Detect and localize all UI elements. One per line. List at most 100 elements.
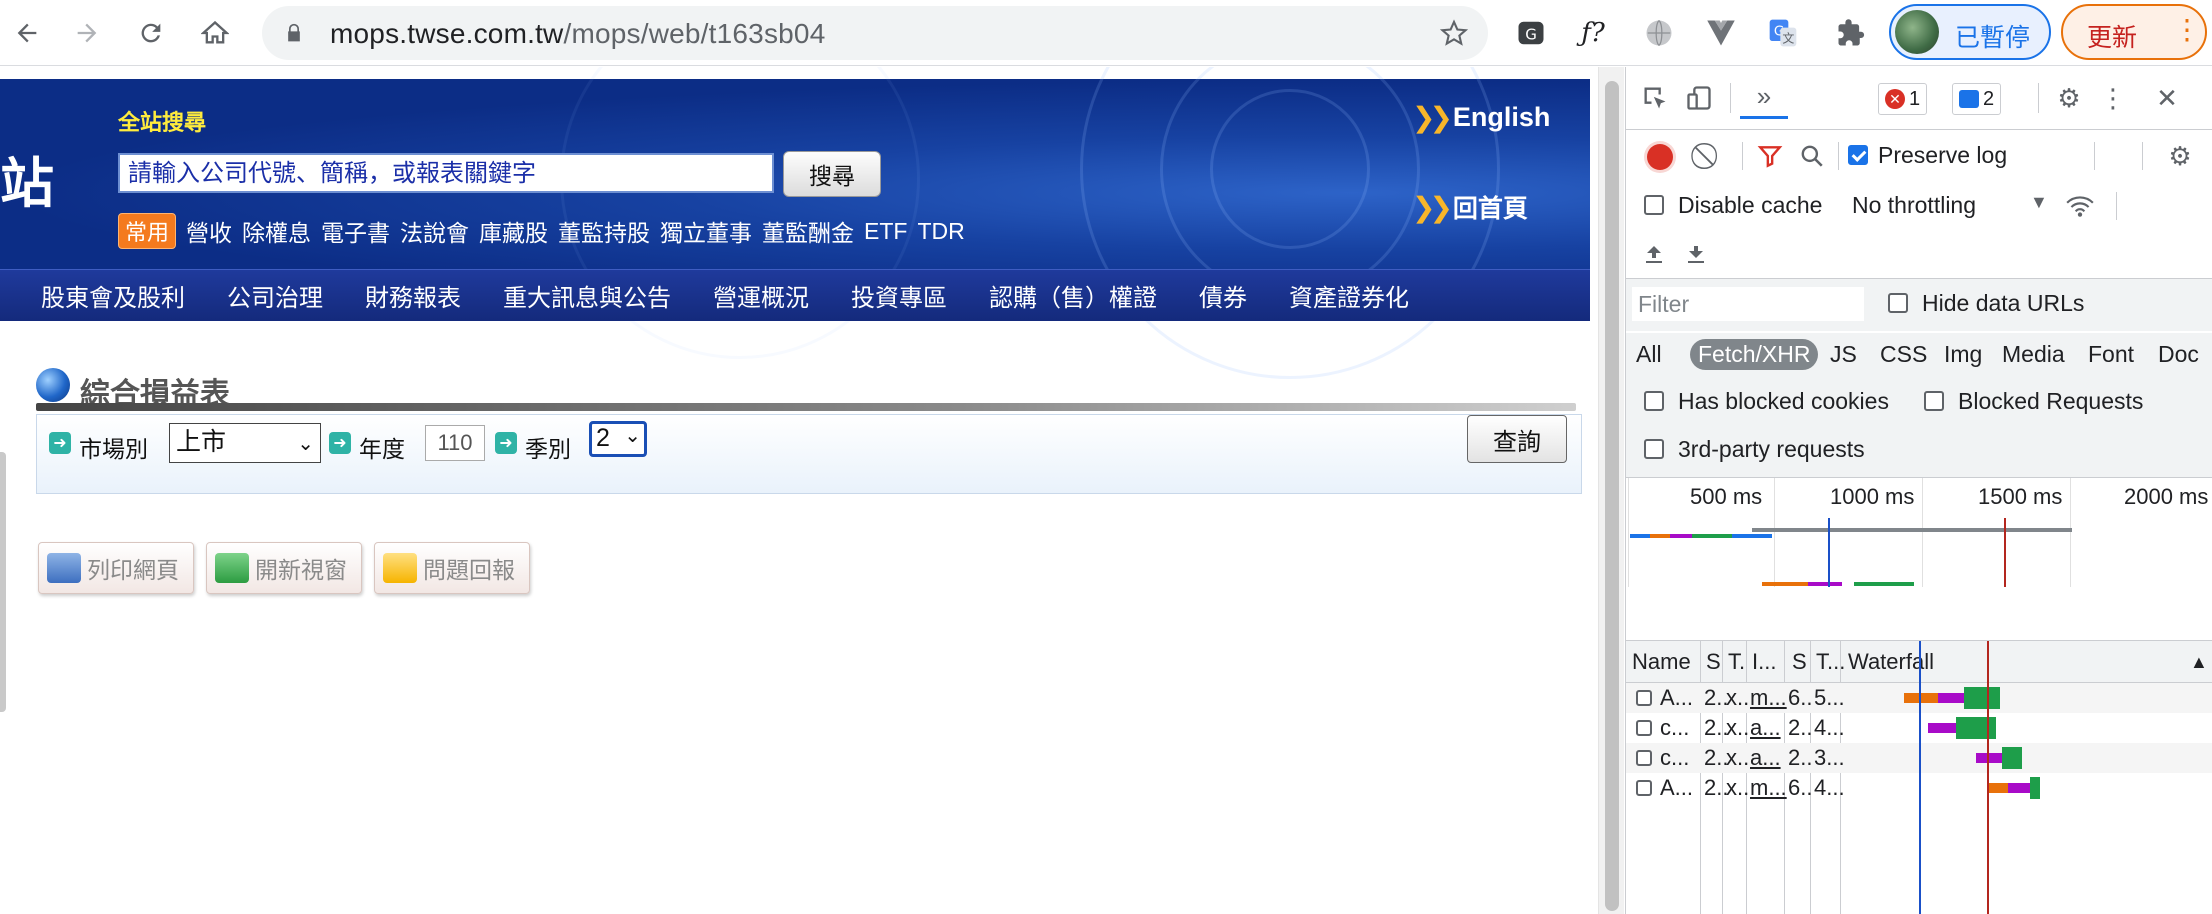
- nav-item-corporate-governance[interactable]: 公司治理: [206, 278, 344, 313]
- col-name[interactable]: Name: [1632, 649, 1691, 675]
- request-initiator[interactable]: a...: [1750, 745, 1781, 771]
- message-count-badge[interactable]: 2: [1952, 83, 2002, 115]
- open-new-window-button[interactable]: 開新視窗: [206, 542, 362, 594]
- filter-input[interactable]: Filter: [1632, 287, 1864, 321]
- request-initiator[interactable]: a...: [1750, 715, 1781, 741]
- hide-data-urls-checkbox[interactable]: [1888, 293, 1908, 313]
- extension-formula-icon[interactable]: ƒ?: [1576, 16, 1610, 50]
- update-button[interactable]: 更新 ⋮: [2061, 4, 2207, 60]
- device-toolbar-icon[interactable]: [1680, 79, 1718, 117]
- page-scrollbar-thumb[interactable]: [1605, 81, 1619, 911]
- quick-link-treasury-stock[interactable]: 庫藏股: [479, 214, 548, 248]
- report-issue-button[interactable]: 問題回報: [374, 542, 530, 594]
- search-icon[interactable]: [1794, 138, 1830, 174]
- disable-cache-checkbox[interactable]: [1644, 195, 1664, 215]
- home-button[interactable]: [194, 12, 236, 54]
- nav-item-securitization[interactable]: 資產證券化: [1268, 278, 1430, 313]
- site-search-button[interactable]: 搜尋: [783, 151, 881, 197]
- site-search-input[interactable]: 請輸入公司代號、簡稱，或報表關鍵字: [118, 153, 774, 193]
- year-input[interactable]: 110: [425, 425, 485, 461]
- close-icon[interactable]: ✕: [2148, 79, 2186, 117]
- inspect-element-icon[interactable]: [1636, 79, 1674, 117]
- nav-item-warrants[interactable]: 認購（售）權證: [968, 278, 1178, 313]
- reload-button[interactable]: [130, 12, 172, 54]
- col-size[interactable]: S: [1792, 649, 1807, 675]
- bookmark-star-icon[interactable]: [1440, 19, 1468, 47]
- profile-button[interactable]: 已暫停: [1889, 4, 2051, 60]
- nav-item-material-announcements[interactable]: 重大訊息與公告: [482, 278, 692, 313]
- request-type: x..: [1726, 745, 1750, 770]
- quick-link-etf[interactable]: ETF: [864, 218, 907, 245]
- nav-item-bonds[interactable]: 債券: [1178, 278, 1268, 313]
- extension-vue-icon[interactable]: [1704, 16, 1738, 50]
- season-select-value: 2: [596, 424, 610, 452]
- export-har-icon[interactable]: [1678, 236, 1714, 272]
- type-filter-media[interactable]: Media: [1996, 339, 2071, 370]
- settings-gear-icon[interactable]: ⚙: [2050, 79, 2088, 117]
- type-filter-all[interactable]: All: [1630, 339, 1668, 370]
- nav-item-partial[interactable]: ≡: [0, 282, 20, 310]
- extension-translate-icon[interactable]: G文: [1766, 16, 1800, 50]
- type-filter-fetch-xhr[interactable]: Fetch/XHR: [1690, 339, 1819, 370]
- address-bar[interactable]: mops.twse.com.tw/mops/web/t163sb04: [262, 6, 1488, 60]
- network-settings-gear-icon[interactable]: ⚙: [2162, 138, 2198, 174]
- type-filter-css[interactable]: CSS: [1874, 339, 1933, 370]
- back-button[interactable]: [6, 12, 48, 54]
- market-select[interactable]: 上市 ⌄: [169, 423, 321, 463]
- extension-globe-icon[interactable]: [1642, 16, 1676, 50]
- type-filter-doc[interactable]: Doc: [2152, 339, 2205, 370]
- request-initiator[interactable]: m...: [1750, 775, 1787, 801]
- page-scrollbar[interactable]: [1598, 67, 1624, 914]
- more-tabs-icon[interactable]: »: [1740, 77, 1788, 119]
- double-chevron-icon: ❯❯: [1412, 102, 1453, 133]
- quick-link-revenue[interactable]: 營收: [186, 214, 232, 248]
- quick-link-investor-conference[interactable]: 法說會: [400, 214, 469, 248]
- type-filter-js[interactable]: JS: [1824, 339, 1863, 370]
- extensions-puzzle-icon[interactable]: [1834, 16, 1868, 50]
- quick-link-tdr[interactable]: TDR: [917, 218, 964, 245]
- query-button[interactable]: 查詢: [1467, 415, 1567, 463]
- preserve-log-checkbox[interactable]: [1848, 145, 1868, 165]
- type-filter-font[interactable]: Font: [2082, 339, 2140, 370]
- english-link[interactable]: ❯❯ English: [1412, 101, 1550, 134]
- request-status: 2..: [1704, 685, 1729, 710]
- quick-link-director-remuneration[interactable]: 董監酬金: [762, 214, 854, 248]
- type-filter-img[interactable]: Img: [1938, 339, 1988, 370]
- col-initiator[interactable]: I...: [1752, 649, 1776, 675]
- sort-ascending-icon[interactable]: ▲: [2190, 652, 2208, 673]
- blocked-requests-checkbox[interactable]: [1924, 391, 1944, 411]
- col-waterfall[interactable]: Waterfall: [1848, 649, 1934, 675]
- quick-link-independent-director[interactable]: 獨立董事: [660, 214, 752, 248]
- request-size: 2..: [1788, 715, 1813, 740]
- col-type[interactable]: T.: [1728, 649, 1745, 675]
- record-icon[interactable]: [1647, 144, 1673, 170]
- home-link[interactable]: ❯❯ 回首頁: [1412, 189, 1528, 225]
- network-conditions-icon[interactable]: [2062, 188, 2098, 224]
- quick-link-director-holdings[interactable]: 董監持股: [558, 214, 650, 248]
- url-host: mops.twse.com.tw: [330, 18, 564, 49]
- svg-text:文: 文: [1782, 30, 1794, 45]
- season-select[interactable]: 2 ⌄: [589, 421, 647, 457]
- print-page-button[interactable]: 列印網頁: [38, 542, 194, 594]
- nav-item-shareholders-dividends[interactable]: 股東會及股利: [20, 278, 206, 313]
- col-status[interactable]: S: [1706, 649, 1721, 675]
- nav-item-operations[interactable]: 營運概況: [692, 278, 830, 313]
- network-toolbar: ⃠ Preserve log ⚙: [1626, 130, 2212, 180]
- quick-link-ex-dividend[interactable]: 除權息: [242, 214, 311, 248]
- clear-icon[interactable]: ⃠: [1692, 138, 1728, 174]
- filter-funnel-icon[interactable]: [1752, 138, 1788, 174]
- forward-button[interactable]: [66, 12, 108, 54]
- message-icon: [1959, 90, 1979, 108]
- nav-item-financial-statements[interactable]: 財務報表: [344, 278, 482, 313]
- import-har-icon[interactable]: [1636, 236, 1672, 272]
- throttling-select[interactable]: No throttling ▼: [1850, 186, 2050, 226]
- request-initiator[interactable]: m...: [1750, 685, 1787, 711]
- has-blocked-cookies-checkbox[interactable]: [1644, 391, 1664, 411]
- third-party-checkbox[interactable]: [1644, 439, 1664, 459]
- error-count-badge[interactable]: ✕ 1: [1878, 83, 1928, 115]
- quick-link-ebook[interactable]: 電子書: [321, 214, 390, 248]
- more-vert-icon[interactable]: ⋮: [2094, 79, 2132, 117]
- extension-reader-icon[interactable]: G: [1514, 16, 1548, 50]
- request-time: 3...: [1814, 745, 1845, 770]
- nav-item-investment[interactable]: 投資專區: [830, 278, 968, 313]
